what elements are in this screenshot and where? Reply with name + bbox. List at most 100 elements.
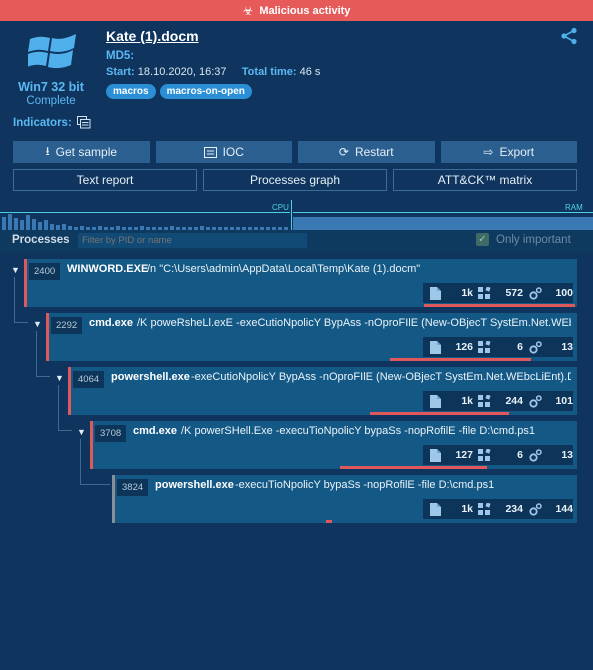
start-info: Start: 18.10.2020, 16:37 Total time: 46 …	[106, 66, 320, 78]
restart-button[interactable]: ⟳ Restart	[298, 141, 435, 163]
expand-caret-icon[interactable]: ▼	[55, 373, 64, 383]
registry-count: 244	[505, 395, 523, 407]
file-count: 1k	[461, 503, 473, 515]
action-buttons: ⭳ Get sample IOC ⟳ Restart ⇨ Export	[13, 141, 577, 163]
restart-label: Restart	[354, 145, 394, 159]
modules-icon	[527, 393, 543, 409]
start-value: 18.10.2020, 16:37	[137, 66, 227, 78]
ioc-icon	[203, 146, 217, 158]
process-row[interactable]: ▼ 2292 cmd.exe/K poweRsheLl.exE -exeCutioN…	[33, 313, 577, 361]
tag-macros[interactable]: macros	[106, 84, 156, 99]
process-activity-bar	[370, 412, 509, 415]
registry-icon	[477, 285, 493, 301]
tag-macros-on-open[interactable]: macros-on-open	[159, 84, 252, 99]
process-command-line: -execuTioNpolicY bypaSs -nopRofilE -file…	[235, 479, 495, 491]
process-command-line: -exeCutioNpolicY BypAss -nOproFIlE (New-…	[191, 371, 571, 383]
process-row[interactable]: ▼ 3708 cmd.exe/K powerSHell.Exe -execuTioN…	[77, 421, 577, 469]
tag-list: macros macros-on-open	[106, 84, 252, 99]
modules-icon	[527, 339, 543, 355]
process-name[interactable]: WINWORD.EXE	[67, 263, 148, 275]
module-count: 101	[555, 395, 573, 407]
process-severity-bar	[112, 475, 115, 523]
get-sample-label: Get sample	[55, 145, 118, 159]
module-count: 144	[555, 503, 573, 515]
get-sample-button[interactable]: ⭳ Get sample	[13, 141, 150, 163]
modules-icon	[527, 285, 543, 301]
only-important-toggle[interactable]: ✓ Only important	[476, 233, 571, 246]
registry-count: 6	[517, 341, 523, 353]
registry-count: 572	[505, 287, 523, 299]
process-severity-bar	[90, 421, 93, 469]
process-filter-input[interactable]	[78, 233, 307, 248]
attck-matrix-button[interactable]: ATT&CK™ matrix	[393, 169, 577, 191]
md5-label: MD5:	[106, 50, 135, 62]
expand-caret-icon[interactable]: ▼	[33, 319, 42, 329]
ioc-button[interactable]: IOC	[155, 141, 292, 163]
process-row[interactable]: 3824 powershell.exe -execuTioNpolicY bypaS…	[112, 475, 577, 523]
registry-count: 6	[517, 449, 523, 461]
process-pid: 3824	[117, 479, 149, 496]
processes-graph-button[interactable]: Processes graph	[203, 169, 387, 191]
export-icon: ⇨	[483, 145, 494, 159]
process-name[interactable]: cmd.exe	[89, 317, 133, 329]
malicious-activity-banner: ☣ Malicious activity	[0, 0, 593, 21]
process-command-line: /K poweRsheLl.exE -exeCutioNpolicY BypAs…	[137, 317, 571, 329]
ioc-label: IOC	[222, 145, 244, 159]
indicators-label: Indicators:	[13, 116, 72, 129]
text-report-button[interactable]: Text report	[13, 169, 197, 191]
process-stats: 127 6 13	[423, 445, 573, 465]
file-count: 126	[455, 341, 473, 353]
registry-icon	[477, 501, 493, 517]
registry-icon	[477, 447, 493, 463]
process-activity-bar	[326, 520, 332, 523]
os-name: Win7 32 bit	[18, 80, 84, 94]
start-label: Start:	[106, 66, 135, 78]
file-count: 1k	[461, 395, 473, 407]
biohazard-icon: ☣	[242, 3, 254, 18]
module-count: 100	[555, 287, 573, 299]
process-command-line: /K powerSHell.Exe -execuTioNpolicY bypaS…	[181, 425, 535, 437]
expand-caret-icon[interactable]: ▼	[11, 265, 20, 275]
process-row[interactable]: ▼ 2400 WINWORD.EXE/n "C:\Users\admin\AppDa…	[11, 259, 577, 307]
modules-icon	[527, 447, 543, 463]
process-stats: 126 6 13	[423, 337, 573, 357]
export-button[interactable]: ⇨ Export	[440, 141, 577, 163]
module-count: 13	[561, 449, 573, 461]
process-name[interactable]: powershell.exe	[111, 371, 190, 383]
process-stats: 1k 234 144	[423, 499, 573, 519]
indicators-copy-icon[interactable]	[76, 116, 91, 129]
process-stats: 1k 244 101	[423, 391, 573, 411]
registry-icon	[477, 393, 493, 409]
process-command-line: /n "C:\Users\admin\AppData\Local\Temp\Ka…	[147, 263, 421, 275]
download-icon: ⭳	[45, 143, 50, 158]
process-pid: 3708	[95, 425, 127, 442]
file-icon	[427, 501, 443, 517]
process-activity-bar	[424, 304, 575, 307]
windows-logo-icon	[28, 34, 76, 69]
process-row[interactable]: ▼ 4064 powershell.exe -exeCutioNpolicY BypA…	[55, 367, 577, 415]
banner-text: Malicious activity	[259, 4, 351, 17]
process-pid: 4064	[73, 371, 105, 388]
process-severity-bar	[24, 259, 27, 307]
processes-title: Processes	[12, 234, 70, 246]
process-activity-bar	[340, 466, 487, 469]
process-stats: 1k 572 100	[423, 283, 573, 303]
only-important-checkbox[interactable]: ✓	[476, 233, 489, 246]
registry-icon	[477, 339, 493, 355]
file-icon	[427, 339, 443, 355]
modules-icon	[527, 501, 543, 517]
ram-label: RAM	[565, 203, 583, 212]
file-name[interactable]: Kate (1).docm	[106, 28, 199, 44]
export-label: Export	[499, 145, 535, 159]
restart-icon: ⟳	[338, 145, 349, 159]
registry-count: 234	[505, 503, 523, 515]
total-time-value: 46 s	[299, 66, 321, 78]
expand-caret-icon[interactable]: ▼	[77, 427, 86, 437]
process-pid: 2292	[51, 317, 83, 334]
cpu-ram-graph	[0, 200, 593, 230]
indicators[interactable]: Indicators:	[13, 116, 91, 129]
share-icon[interactable]	[560, 27, 578, 45]
process-name[interactable]: powershell.exe	[155, 479, 234, 491]
only-important-label: Only important	[496, 233, 571, 246]
process-name[interactable]: cmd.exe	[133, 425, 177, 437]
